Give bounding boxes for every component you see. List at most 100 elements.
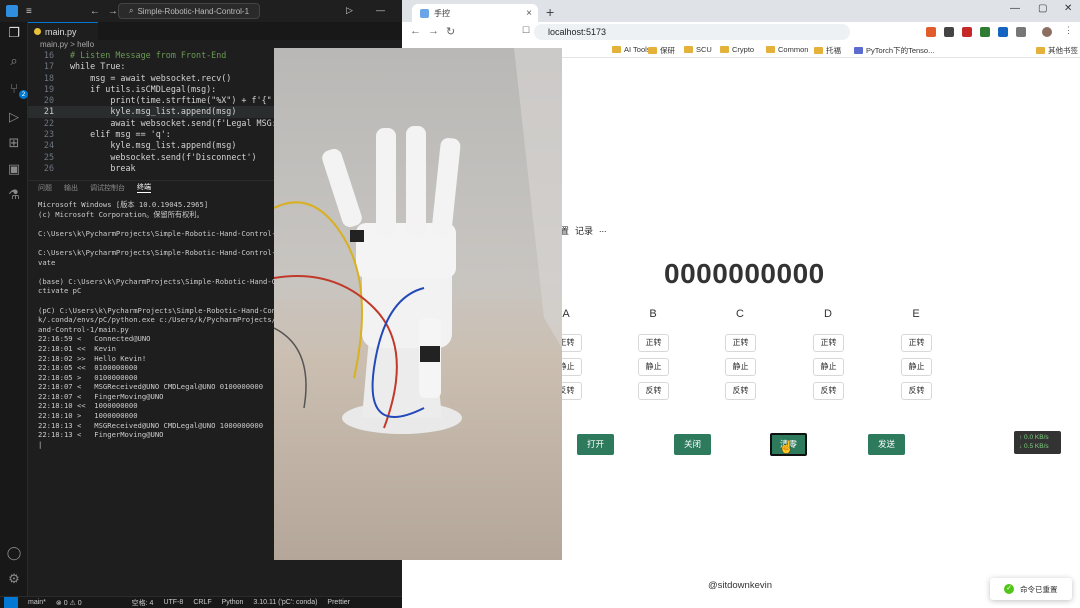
- new-tab-icon[interactable]: +: [546, 4, 554, 20]
- nav-item-records[interactable]: 记录: [575, 224, 593, 237]
- close-button[interactable]: 关闭: [674, 434, 711, 455]
- line-number: 22: [43, 117, 54, 128]
- reload-icon[interactable]: ↻: [446, 25, 455, 38]
- bookmark-baoyan[interactable]: 保研: [648, 45, 675, 56]
- site-icon: [854, 47, 863, 54]
- brave-shield-icon[interactable]: [926, 27, 936, 37]
- browser-tab[interactable]: 手控 ×: [412, 4, 538, 22]
- net-upload: ↑ 0.0 KB/s: [1019, 434, 1049, 441]
- status-language[interactable]: Python: [222, 599, 244, 606]
- bookmark-common[interactable]: Common: [766, 45, 808, 54]
- motor-e-forward-button[interactable]: 正转: [901, 334, 932, 352]
- source-control-icon[interactable]: ⑂ 2: [6, 82, 28, 99]
- forward-arrow-icon[interactable]: →: [108, 6, 118, 17]
- motor-e-stop-button[interactable]: 静止: [901, 358, 932, 376]
- panel-tab[interactable]: 问题: [38, 183, 52, 193]
- bookmark-pytorch[interactable]: PyTorch下的Tenso...: [854, 45, 934, 56]
- account-icon[interactable]: ◯: [6, 546, 22, 562]
- browser-tab-title: 手控: [434, 8, 450, 18]
- status-spaces[interactable]: 空格: 4: [132, 598, 154, 608]
- motor-c-stop-button[interactable]: 静止: [725, 358, 756, 376]
- tab-close-icon[interactable]: ×: [526, 8, 532, 19]
- code-text: kyle.msg_list.append(msg): [70, 106, 237, 117]
- puzzle-icon[interactable]: [1016, 27, 1026, 37]
- run-icon[interactable]: ▷: [346, 5, 353, 16]
- forward-icon[interactable]: →: [428, 25, 439, 37]
- status-eol[interactable]: CRLF: [193, 599, 211, 606]
- status-branch[interactable]: main*: [28, 599, 46, 606]
- panel-tab[interactable]: 调试控制台: [90, 183, 125, 193]
- close-window-icon[interactable]: ✕: [1064, 3, 1072, 14]
- motor-d-reverse-button[interactable]: 反转: [813, 382, 844, 400]
- open-button[interactable]: 打开: [577, 434, 614, 455]
- motor-column-header: C: [736, 308, 744, 320]
- bookmark-label: 保研: [660, 46, 675, 55]
- extension-icon[interactable]: [962, 27, 972, 37]
- minimize-icon[interactable]: —: [376, 5, 385, 15]
- panel-tab[interactable]: 输出: [64, 183, 78, 193]
- motor-c-reverse-button[interactable]: 反转: [725, 382, 756, 400]
- line-number: 25: [43, 151, 54, 162]
- tab-main-py[interactable]: main.py: [28, 22, 98, 40]
- maximize-icon[interactable]: ▢: [1038, 3, 1047, 14]
- motor-d-stop-button[interactable]: 静止: [813, 358, 844, 376]
- bookmark-toefl[interactable]: 托福: [814, 45, 841, 56]
- status-interpreter[interactable]: 3.10.11 ('pC': conda): [253, 599, 317, 606]
- motor-column-header: E: [912, 308, 920, 320]
- line-number: 23: [43, 129, 54, 140]
- command-center[interactable]: ⌕ Simple-Robotic-Hand-Control-1: [118, 3, 260, 19]
- settings-gear-icon[interactable]: ⚙: [6, 572, 22, 588]
- bookmark-label: AI Tools: [624, 45, 651, 54]
- folder-icon: [720, 46, 729, 53]
- folder-icon: [766, 46, 775, 53]
- remote-explorer-icon[interactable]: ▣: [6, 162, 22, 178]
- back-icon[interactable]: ←: [410, 25, 421, 37]
- code-text: await websocket.send(f'Legal MSG:: [70, 117, 277, 128]
- address-bar[interactable]: localhost:5173: [534, 24, 850, 40]
- run-debug-icon[interactable]: ▷: [6, 110, 22, 126]
- code-text: if utils.isCMDLegal(msg):: [70, 83, 217, 94]
- extension-icon[interactable]: [998, 27, 1008, 37]
- code-text: websocket.send(f'Disconnect'): [70, 151, 257, 162]
- motor-b-reverse-button[interactable]: 反转: [638, 382, 669, 400]
- bookmark-others[interactable]: 其他书签: [1036, 45, 1078, 56]
- bookmark-scu[interactable]: SCU: [684, 45, 712, 54]
- search-icon: ⌕: [128, 6, 134, 15]
- motor-b-forward-button[interactable]: 正转: [638, 334, 669, 352]
- mouse-cursor-icon: ☝: [779, 440, 794, 454]
- vscode-logo-icon: [6, 5, 18, 17]
- remote-indicator-icon[interactable]: [4, 597, 18, 608]
- status-problems[interactable]: ⊗ 0 ⚠ 0: [56, 599, 82, 607]
- panel-tab[interactable]: 终端: [137, 182, 151, 193]
- menu-icon[interactable]: ≡: [26, 6, 32, 17]
- folder-icon: [684, 46, 693, 53]
- motor-c-forward-button[interactable]: 正转: [725, 334, 756, 352]
- profile-avatar[interactable]: [1042, 27, 1052, 37]
- bookmark-label: Common: [778, 45, 809, 54]
- extensions-icon[interactable]: ⊞: [6, 136, 22, 152]
- bookmark-crypto[interactable]: Crypto: [720, 45, 754, 54]
- search-icon[interactable]: ⌕: [6, 54, 22, 70]
- line-number: 24: [43, 140, 54, 151]
- testing-icon[interactable]: ⚗: [6, 188, 22, 204]
- more-menu-icon[interactable]: ⋮: [1064, 25, 1073, 36]
- motor-d-forward-button[interactable]: 正转: [813, 334, 844, 352]
- bookmark-star-icon[interactable]: ☐: [522, 25, 530, 36]
- status-encoding[interactable]: UTF-8: [163, 599, 183, 606]
- minimize-icon[interactable]: —: [1010, 3, 1020, 14]
- success-check-icon: ✓: [1004, 584, 1014, 594]
- status-prettier[interactable]: Prettier: [327, 599, 350, 606]
- extension-icon[interactable]: [944, 27, 954, 37]
- motor-e-reverse-button[interactable]: 反转: [901, 382, 932, 400]
- line-number: 20: [43, 95, 54, 106]
- motor-b-stop-button[interactable]: 静止: [638, 358, 669, 376]
- back-arrow-icon[interactable]: ←: [90, 6, 100, 17]
- bookmark-ai-tools[interactable]: AI Tools: [612, 45, 651, 54]
- nav-more[interactable]: ...: [599, 224, 607, 234]
- breadcrumb[interactable]: main.py > hello: [40, 40, 94, 49]
- send-button[interactable]: 发送: [868, 434, 905, 455]
- net-download: ↓ 0.5 KB/s: [1019, 442, 1049, 450]
- toast-message: 命令已重置: [1020, 584, 1058, 594]
- explorer-icon[interactable]: ❐: [6, 26, 22, 42]
- extension-icon[interactable]: [980, 27, 990, 37]
